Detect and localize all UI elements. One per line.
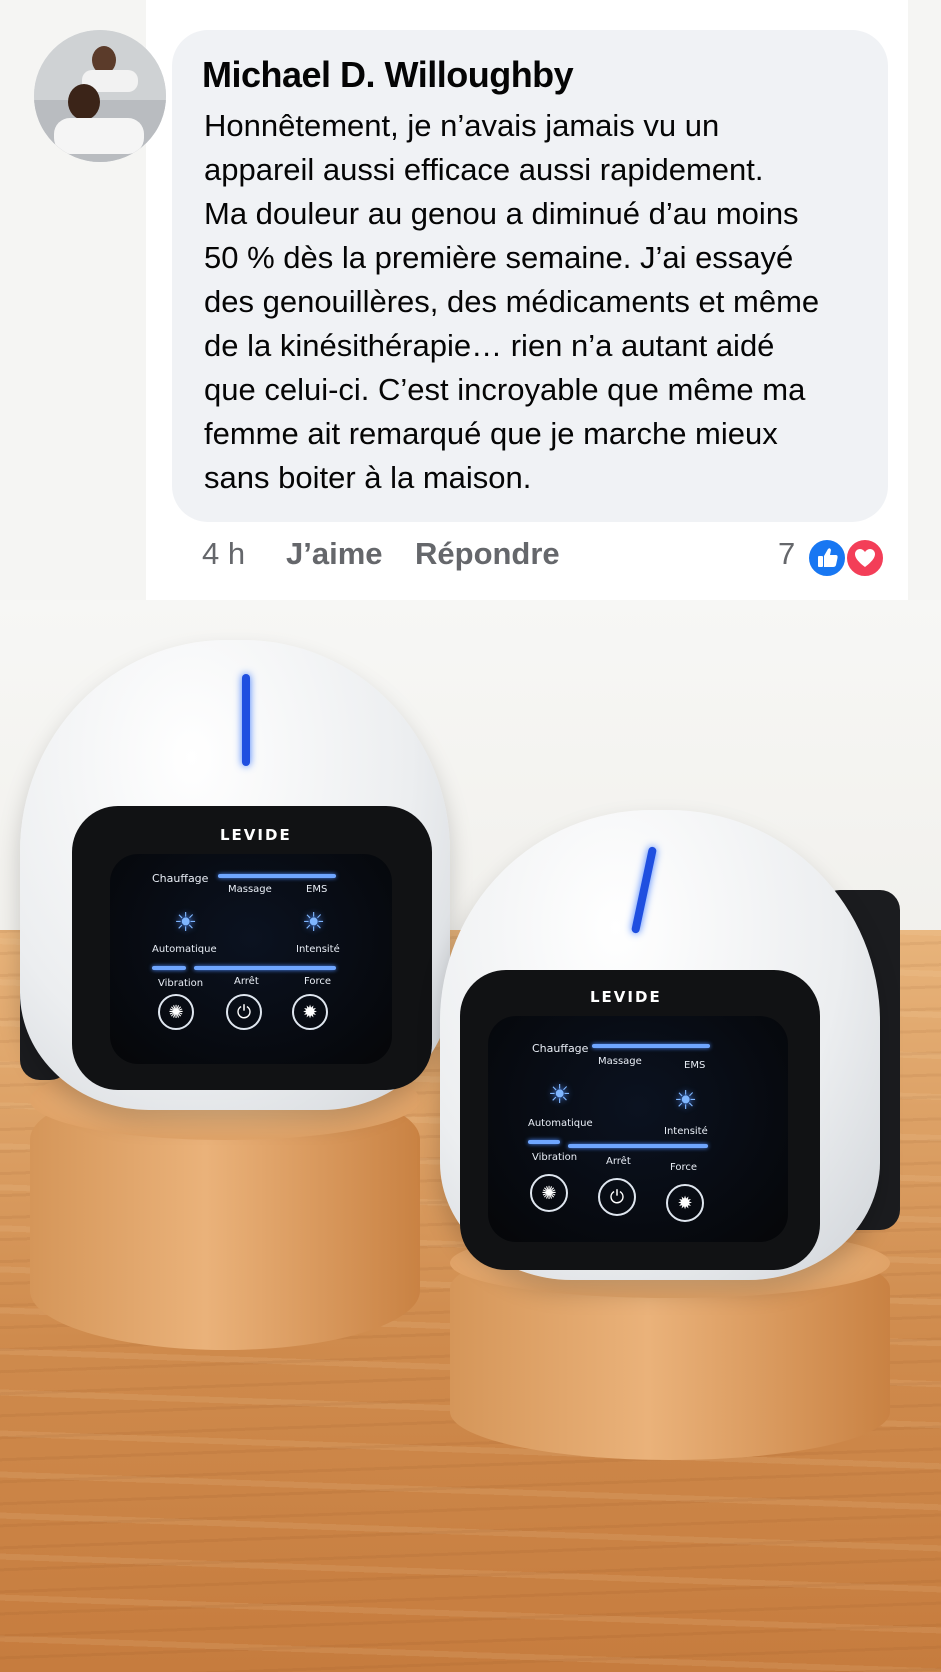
reply-button[interactable]: Répondre	[415, 536, 560, 572]
comment-line: de la kinésithérapie… rien n’a autant ai…	[204, 328, 775, 363]
product-photo: LEVIDE Chauffage Massage EMS ☀ ☀ Automat…	[0, 600, 941, 1672]
vibration-button[interactable]: ✺	[530, 1174, 568, 1212]
thumbs-up-icon[interactable]	[807, 538, 847, 578]
comment-line: appareil aussi efficace aussi rapidement…	[204, 152, 764, 187]
brand-logo: LEVIDE	[590, 988, 662, 1006]
comment-author[interactable]: Michael D. Willoughby	[202, 54, 574, 96]
reaction-count[interactable]: 7	[778, 536, 795, 572]
stop-label: Arrêt	[234, 976, 259, 987]
massage-bar	[218, 874, 336, 878]
intensity-sun-icon[interactable]: ☀	[674, 1086, 697, 1116]
heart-icon[interactable]	[845, 538, 885, 578]
intensity-label: Intensité	[296, 944, 340, 955]
status-led	[242, 674, 250, 766]
force-bar	[568, 1144, 708, 1148]
massage-label: Massage	[228, 884, 272, 895]
comment-line: des genouillères, des médicaments et mêm…	[204, 284, 820, 319]
ems-label: EMS	[306, 884, 328, 895]
comment-bubble: Michael D. Willoughby Honnêtement, je n’…	[172, 30, 888, 522]
intensity-label: Intensité	[664, 1126, 708, 1137]
avatar[interactable]	[34, 30, 166, 162]
knee-massager-right: LEVIDE Chauffage Massage EMS ☀ ☀ Automat…	[440, 810, 900, 1280]
touch-screen: Chauffage Massage EMS ☀ ☀ Automatique In…	[488, 1016, 788, 1242]
force-label: Force	[304, 976, 332, 987]
auto-label: Automatique	[152, 944, 217, 955]
auto-label: Automatique	[528, 1118, 593, 1129]
touch-screen: Chauffage Massage EMS ☀ ☀ Automatique In…	[110, 854, 392, 1064]
comment-line: Honnêtement, je n’avais jamais vu un	[204, 108, 720, 143]
avatar-photo	[34, 30, 166, 162]
auto-sun-icon[interactable]: ☀	[548, 1080, 571, 1110]
comment-text: Honnêtement, je n’avais jamais vu un app…	[204, 104, 874, 500]
force-bar	[194, 966, 336, 970]
heat-label: Chauffage	[152, 872, 209, 885]
comment-line: que celui-ci. C’est incroyable que même …	[204, 372, 806, 407]
power-button[interactable]: ⏻	[226, 994, 262, 1030]
force-label: Force	[670, 1162, 698, 1173]
heat-label: Chauffage	[532, 1042, 589, 1055]
stop-label: Arrêt	[606, 1156, 631, 1167]
ems-label: EMS	[684, 1060, 706, 1071]
auto-sun-icon[interactable]: ☀	[174, 908, 197, 938]
force-button[interactable]: ✹	[292, 994, 328, 1030]
intensity-sun-icon[interactable]: ☀	[302, 908, 325, 938]
force-button[interactable]: ✹	[666, 1184, 704, 1222]
massage-bar	[592, 1044, 710, 1048]
force-bar-left	[152, 966, 186, 970]
comment-timestamp[interactable]: 4 h	[202, 536, 245, 572]
massage-label: Massage	[598, 1056, 642, 1067]
comment-line: 50 % dès la première semaine. J’ai essay…	[204, 240, 794, 275]
power-button[interactable]: ⏻	[598, 1178, 636, 1216]
like-button[interactable]: J’aime	[286, 536, 383, 572]
comment-line: femme ait remarqué que je marche mieux	[204, 416, 778, 451]
force-bar-left	[528, 1140, 560, 1144]
comment-line: sans boiter à la maison.	[204, 460, 532, 495]
comment-line: Ma douleur au genou a diminué d’au moins	[204, 196, 799, 231]
vibration-label: Vibration	[158, 978, 204, 989]
knee-massager-left: LEVIDE Chauffage Massage EMS ☀ ☀ Automat…	[20, 640, 450, 1110]
brand-logo: LEVIDE	[220, 826, 292, 844]
vibration-label: Vibration	[532, 1152, 578, 1163]
vibration-button[interactable]: ✺	[158, 994, 194, 1030]
